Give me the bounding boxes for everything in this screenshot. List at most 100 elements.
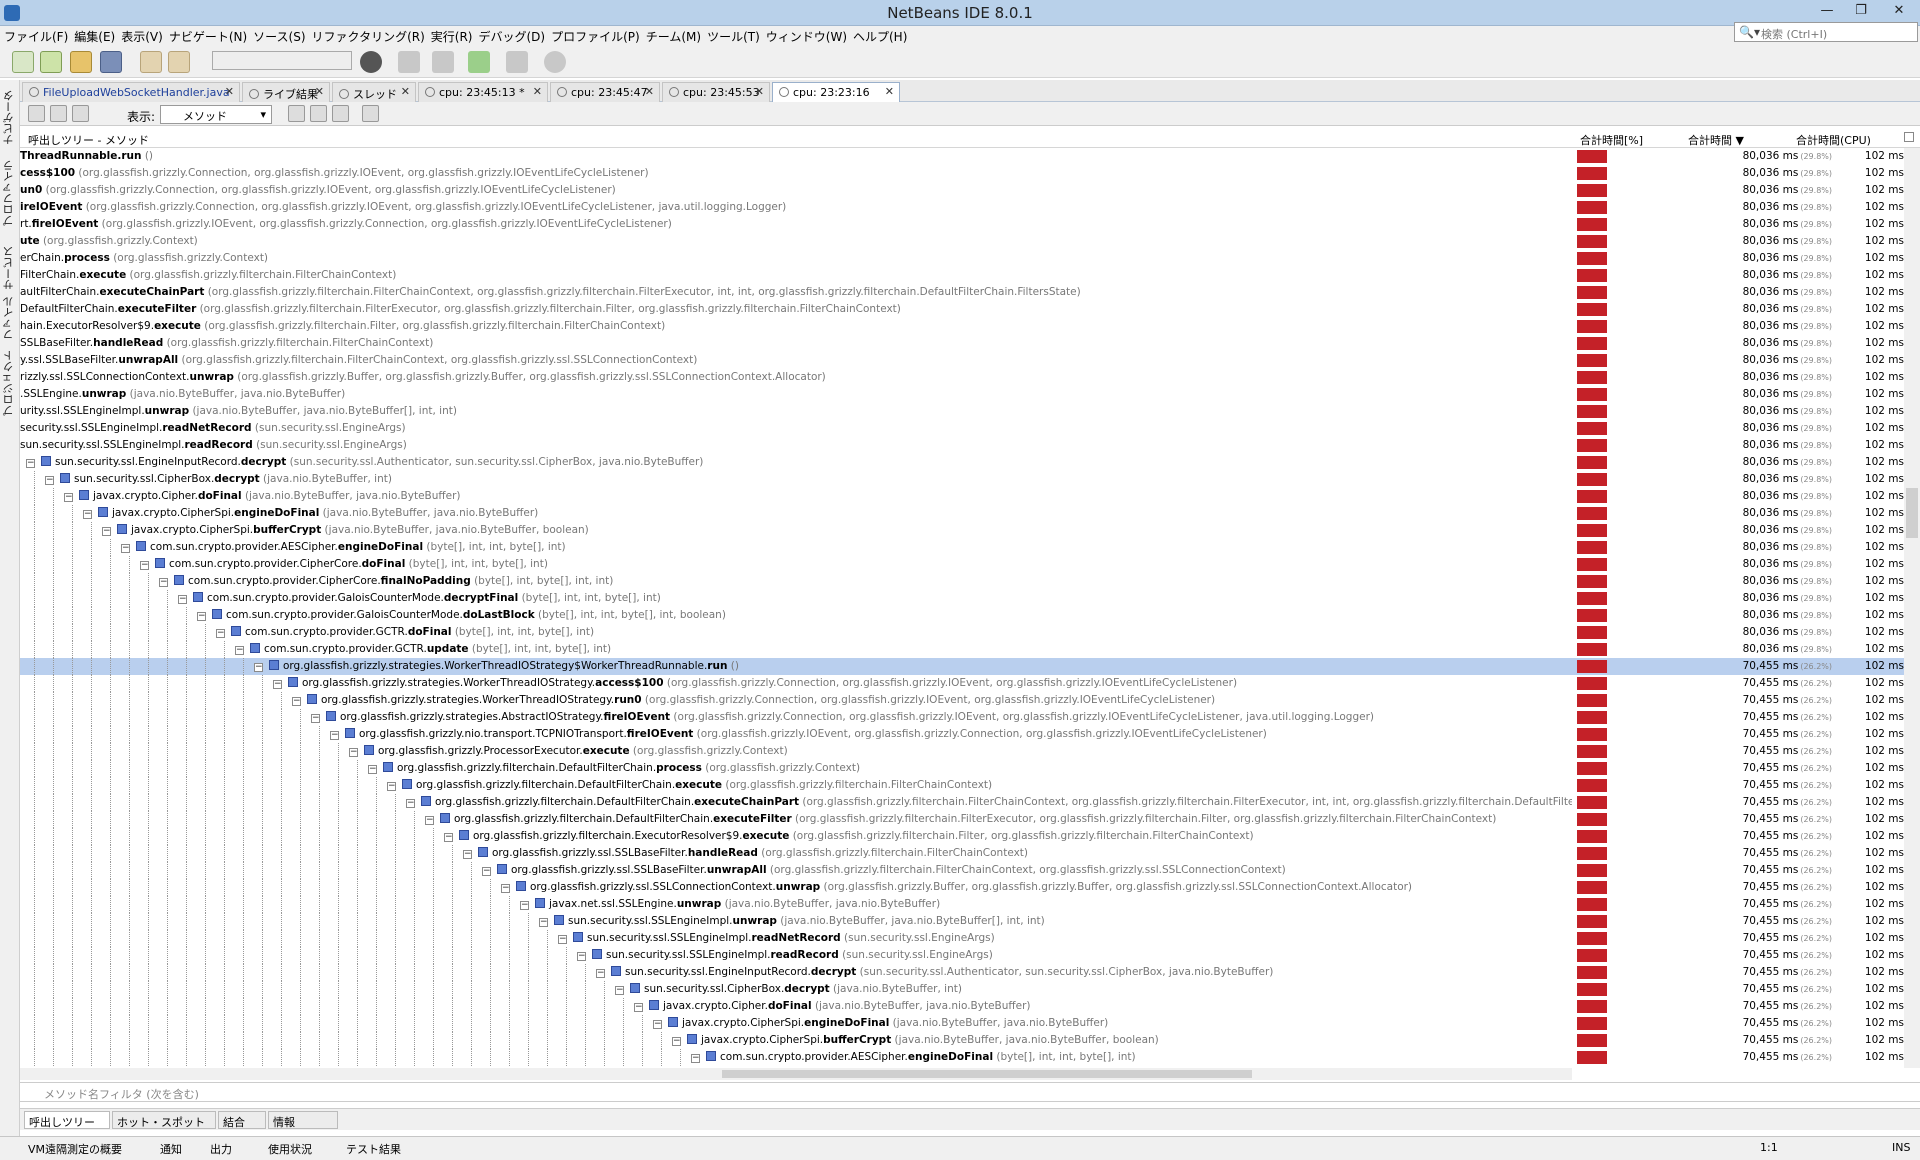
editor-tab[interactable]: cpu: 23:45:13 * ✕ — [418, 82, 548, 102]
column-tree[interactable]: 呼出しツリー - メソッド — [28, 132, 149, 148]
horizontal-scroll-thumb[interactable] — [722, 1070, 1252, 1078]
result-tab[interactable]: 情報 — [268, 1111, 338, 1129]
tab-close-icon[interactable]: ✕ — [225, 85, 234, 98]
collapse-toggle-icon[interactable]: − — [368, 765, 377, 774]
collapse-toggle-icon[interactable]: − — [140, 561, 149, 570]
menu-item[interactable]: 表示(V) — [117, 26, 163, 45]
collapse-toggle-icon[interactable]: − — [83, 510, 92, 519]
collapse-toggle-icon[interactable]: − — [653, 1020, 662, 1029]
collapse-toggle-icon[interactable]: − — [64, 493, 73, 502]
collapse-toggle-icon[interactable]: − — [273, 680, 282, 689]
table-row[interactable]: y.ssl.SSLBaseFilter.unwrapAll (org.glass… — [20, 352, 1904, 369]
table-row[interactable]: − org.glassfish.grizzly.filterchain.Defau… — [20, 777, 1904, 794]
menu-item[interactable]: リファクタリング(R) — [308, 26, 425, 45]
method-node[interactable]: rizzly.ssl.SSLConnectionContext.unwrap (… — [20, 369, 826, 386]
table-row[interactable]: − javax.crypto.Cipher.doFinal (java.nio.B… — [20, 998, 1904, 1015]
menu-item[interactable]: 実行(R) — [427, 26, 473, 45]
table-row[interactable]: − sun.security.ssl.SSLEngineImpl.unwrap (… — [20, 913, 1904, 930]
collapse-toggle-icon[interactable]: − — [387, 782, 396, 791]
method-node[interactable]: − sun.security.ssl.EngineInputRecord.decr… — [596, 964, 1273, 981]
table-row[interactable]: − com.sun.crypto.provider.GCTR.doFinal (b… — [20, 624, 1904, 641]
method-node[interactable]: SSLBaseFilter.handleRead (org.glassfish.… — [20, 335, 433, 352]
menu-item[interactable]: ウィンドウ(W) — [762, 26, 847, 45]
collapse-toggle-icon[interactable]: − — [444, 833, 453, 842]
collapse-toggle-icon[interactable]: − — [330, 731, 339, 740]
side-tab[interactable]: サービス — [1, 246, 19, 290]
method-node[interactable]: y.ssl.SSLBaseFilter.unwrapAll (org.glass… — [20, 352, 697, 369]
menu-item[interactable]: ヘルプ(H) — [849, 26, 907, 45]
method-node[interactable]: − javax.crypto.CipherSpi.engineDoFinal (j… — [83, 505, 538, 522]
menu-item[interactable]: 編集(E) — [70, 26, 115, 45]
collapse-toggle-icon[interactable]: − — [178, 595, 187, 604]
method-node[interactable]: − org.glassfish.grizzly.filterchain.Defau… — [387, 777, 992, 794]
method-node[interactable]: − org.glassfish.grizzly.nio.transport.TCP… — [330, 726, 1267, 743]
method-node[interactable]: rt.fireIOEvent (org.glassfish.grizzly.IO… — [20, 216, 672, 233]
collapse-toggle-icon[interactable]: − — [615, 986, 624, 995]
build-hammer-icon[interactable] — [398, 51, 420, 73]
collapse-toggle-icon[interactable]: − — [311, 714, 320, 723]
editor-tab[interactable]: cpu: 23:45:53 ✕ — [662, 82, 770, 102]
method-node[interactable]: sun.security.ssl.SSLEngineImpl.readRecor… — [20, 437, 407, 454]
menu-item[interactable]: プロファイル(P) — [547, 26, 640, 45]
table-row[interactable]: − com.sun.crypto.provider.GaloisCounterMo… — [20, 607, 1904, 624]
table-row[interactable]: ireIOEvent (org.glassfish.grizzly.Connec… — [20, 199, 1904, 216]
method-node[interactable]: ute (org.glassfish.grizzly.Context) — [20, 233, 198, 250]
method-node[interactable]: − org.glassfish.grizzly.strategies.Worker… — [292, 692, 1215, 709]
configuration-globe-icon[interactable] — [360, 51, 382, 73]
method-node[interactable]: − org.glassfish.grizzly.filterchain.Execu… — [444, 828, 1254, 845]
table-row[interactable]: .SSLEngine.unwrap (java.nio.ByteBuffer, … — [20, 386, 1904, 403]
export-icon[interactable] — [50, 105, 67, 122]
method-node[interactable]: − com.sun.crypto.provider.GCTR.doFinal (b… — [216, 624, 594, 641]
method-node[interactable]: − javax.crypto.Cipher.doFinal (java.nio.B… — [64, 488, 461, 505]
find-icon[interactable] — [288, 105, 305, 122]
collapse-toggle-icon[interactable]: − — [691, 1054, 700, 1063]
method-node[interactable]: − com.sun.crypto.provider.AESCipher.engin… — [691, 1049, 1136, 1066]
method-node[interactable]: aultFilterChain.executeChainPart (org.gl… — [20, 284, 1081, 301]
column-total-cpu[interactable]: 合計時間(CPU) — [1796, 132, 1871, 148]
method-node[interactable]: erChain.process (org.glassfish.grizzly.C… — [20, 250, 268, 267]
status-item[interactable]: テスト結果 — [346, 1141, 401, 1157]
minimize-button[interactable]: — — [1810, 0, 1844, 22]
table-row[interactable]: − javax.crypto.CipherSpi.engineDoFinal (j… — [20, 1015, 1904, 1032]
method-node[interactable]: .SSLEngine.unwrap (java.nio.ByteBuffer, … — [20, 386, 345, 403]
table-row[interactable]: − org.glassfish.grizzly.ssl.SSLBaseFilter… — [20, 845, 1904, 862]
table-row[interactable]: − sun.security.ssl.EngineInputRecord.decr… — [20, 964, 1904, 981]
vertical-scroll-thumb[interactable] — [1906, 488, 1918, 538]
editor-tab[interactable]: ライブ結果 ✕ — [242, 82, 330, 102]
editor-tab[interactable]: FileUploadWebSocketHandler.java ✕ — [22, 82, 240, 102]
method-node[interactable]: − org.glassfish.grizzly.strategies.Worker… — [273, 675, 1237, 692]
collapse-toggle-icon[interactable]: − — [159, 578, 168, 587]
method-node[interactable]: − org.glassfish.grizzly.strategies.Worker… — [254, 658, 739, 675]
table-row[interactable]: aultFilterChain.executeChainPart (org.gl… — [20, 284, 1904, 301]
collapse-toggle-icon[interactable]: − — [121, 544, 130, 553]
tab-close-icon[interactable]: ✕ — [645, 85, 654, 98]
table-row[interactable]: − org.glassfish.grizzly.filterchain.Defau… — [20, 811, 1904, 828]
snapshot-icon[interactable] — [28, 105, 45, 122]
result-tab[interactable]: 呼出しツリー — [24, 1111, 110, 1129]
collapse-toggle-icon[interactable]: − — [482, 867, 491, 876]
table-row[interactable]: − org.glassfish.grizzly.strategies.Abstra… — [20, 709, 1904, 726]
menu-item[interactable]: デバッグ(D) — [474, 26, 545, 45]
table-row[interactable]: DefaultFilterChain.executeFilter (org.gl… — [20, 301, 1904, 318]
save-all-icon[interactable] — [100, 51, 122, 73]
table-row[interactable]: rt.fireIOEvent (org.glassfish.grizzly.IO… — [20, 216, 1904, 233]
method-node[interactable]: − org.glassfish.grizzly.filterchain.Defau… — [406, 794, 1572, 811]
status-item[interactable]: 使用状況 — [268, 1141, 312, 1157]
table-row[interactable]: SSLBaseFilter.handleRead (org.glassfish.… — [20, 335, 1904, 352]
table-row[interactable]: − org.glassfish.grizzly.ssl.SSLBaseFilter… — [20, 862, 1904, 879]
table-row[interactable]: − com.sun.crypto.provider.GaloisCounterMo… — [20, 590, 1904, 607]
method-node[interactable]: ThreadRunnable.run () — [20, 148, 153, 165]
method-node[interactable]: − org.glassfish.grizzly.ssl.SSLConnection… — [501, 879, 1412, 896]
status-item[interactable]: 通知 — [160, 1141, 182, 1157]
method-node[interactable]: − com.sun.crypto.provider.CipherCore.doFi… — [140, 556, 548, 573]
tab-close-icon[interactable]: ✕ — [315, 85, 324, 98]
method-node[interactable]: − javax.crypto.CipherSpi.engineDoFinal (j… — [653, 1015, 1108, 1032]
collapse-toggle-icon[interactable]: − — [577, 952, 586, 961]
collapse-toggle-icon[interactable]: − — [501, 884, 510, 893]
table-row[interactable]: − org.glassfish.grizzly.ssl.SSLConnection… — [20, 879, 1904, 896]
menu-item[interactable]: ツール(T) — [703, 26, 760, 45]
collapse-toggle-icon[interactable]: − — [216, 629, 225, 638]
method-node[interactable]: − sun.security.ssl.SSLEngineImpl.readReco… — [577, 947, 993, 964]
collapse-toggle-icon[interactable]: − — [102, 527, 111, 536]
status-item[interactable]: VM遠隔測定の概要 — [28, 1141, 122, 1157]
